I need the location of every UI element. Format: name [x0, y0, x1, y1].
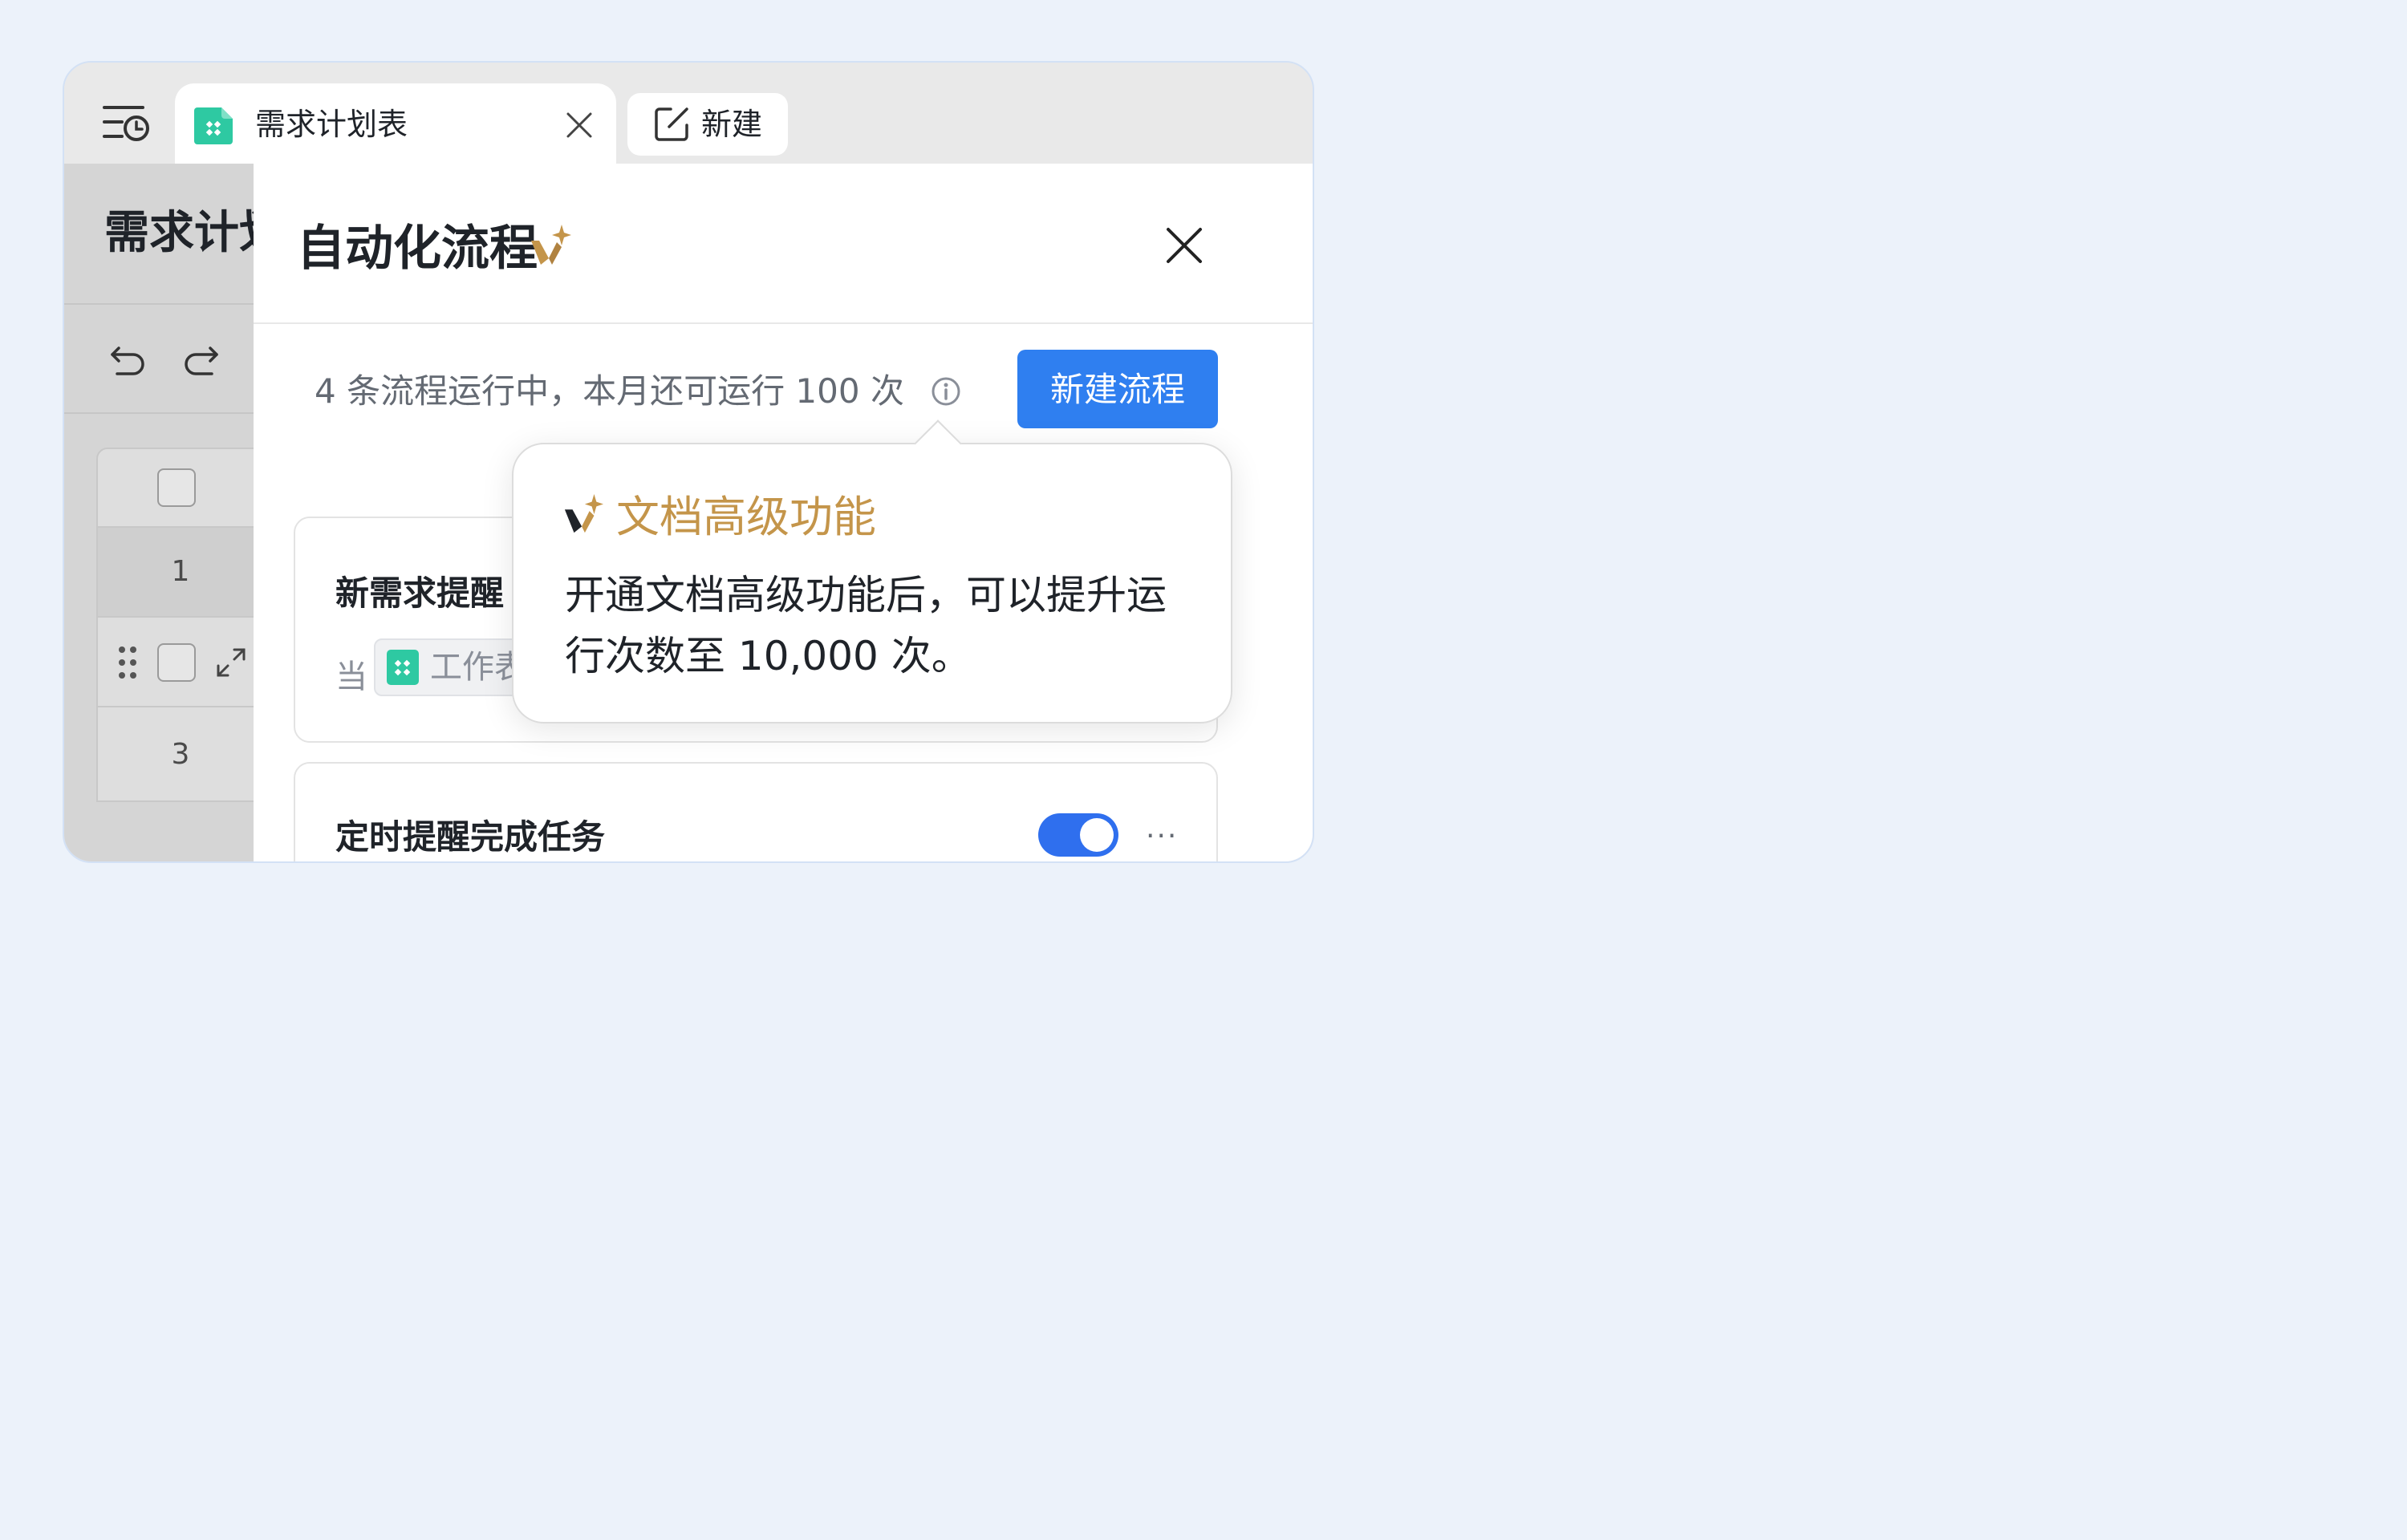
sheet-icon	[387, 650, 419, 685]
divider	[254, 322, 1313, 324]
row-number: 1	[171, 555, 190, 588]
header-cell	[96, 448, 265, 528]
flow-title: 新需求提醒	[335, 573, 505, 613]
expand-icon[interactable]	[215, 646, 247, 679]
divider	[64, 412, 257, 414]
row-number: 3	[171, 738, 190, 771]
new-tab-label: 新建	[701, 107, 763, 142]
sparkle-icon	[564, 494, 603, 533]
table-row[interactable]: 3	[96, 706, 265, 802]
new-flow-button[interactable]: 新建流程	[1017, 350, 1218, 428]
divider	[64, 303, 257, 305]
toggle-knob	[1080, 818, 1114, 852]
tab-requirements-sheet[interactable]: 需求计划表	[175, 83, 616, 165]
sheet-icon	[194, 107, 233, 144]
tab-title: 需求计划表	[255, 107, 408, 142]
new-tab-button[interactable]: 新建	[627, 93, 788, 156]
history-icon[interactable]	[103, 104, 151, 144]
popover-body: 开通文档高级功能后，可以提升运行次数至 10,000 次。	[565, 572, 1167, 679]
tab-bar: 需求计划表 新建	[64, 63, 1313, 165]
run-status-text: 4 条流程运行中，本月还可运行 100 次	[315, 371, 904, 411]
drag-handle-icon[interactable]	[119, 646, 138, 679]
select-all-checkbox[interactable]	[157, 468, 196, 507]
undo-icon[interactable]	[109, 342, 149, 379]
flow-enabled-toggle[interactable]	[1038, 813, 1118, 857]
table-row[interactable]	[96, 616, 265, 707]
sparkle-icon	[531, 225, 571, 265]
new-doc-icon	[655, 107, 688, 141]
premium-popover: 文档高级功能 开通文档高级功能后，可以提升运行次数至 10,000 次。	[512, 419, 1232, 723]
redo-icon[interactable]	[180, 342, 220, 379]
flow-card[interactable]: 定时提醒完成任务 ···	[294, 762, 1218, 861]
table-row[interactable]: 1	[96, 526, 265, 618]
flow-title: 定时提醒完成任务	[335, 817, 606, 857]
popover-title: 文档高级功能	[616, 492, 876, 542]
document-area: 需求计划 1 3	[64, 164, 284, 861]
panel-title: 自动化流程	[297, 221, 538, 277]
info-icon[interactable]	[931, 376, 961, 407]
condition-prefix: 当	[335, 659, 367, 695]
more-icon[interactable]: ···	[1146, 820, 1178, 853]
close-icon[interactable]	[1165, 226, 1204, 265]
row-checkbox[interactable]	[157, 643, 196, 682]
close-icon[interactable]	[563, 109, 595, 141]
